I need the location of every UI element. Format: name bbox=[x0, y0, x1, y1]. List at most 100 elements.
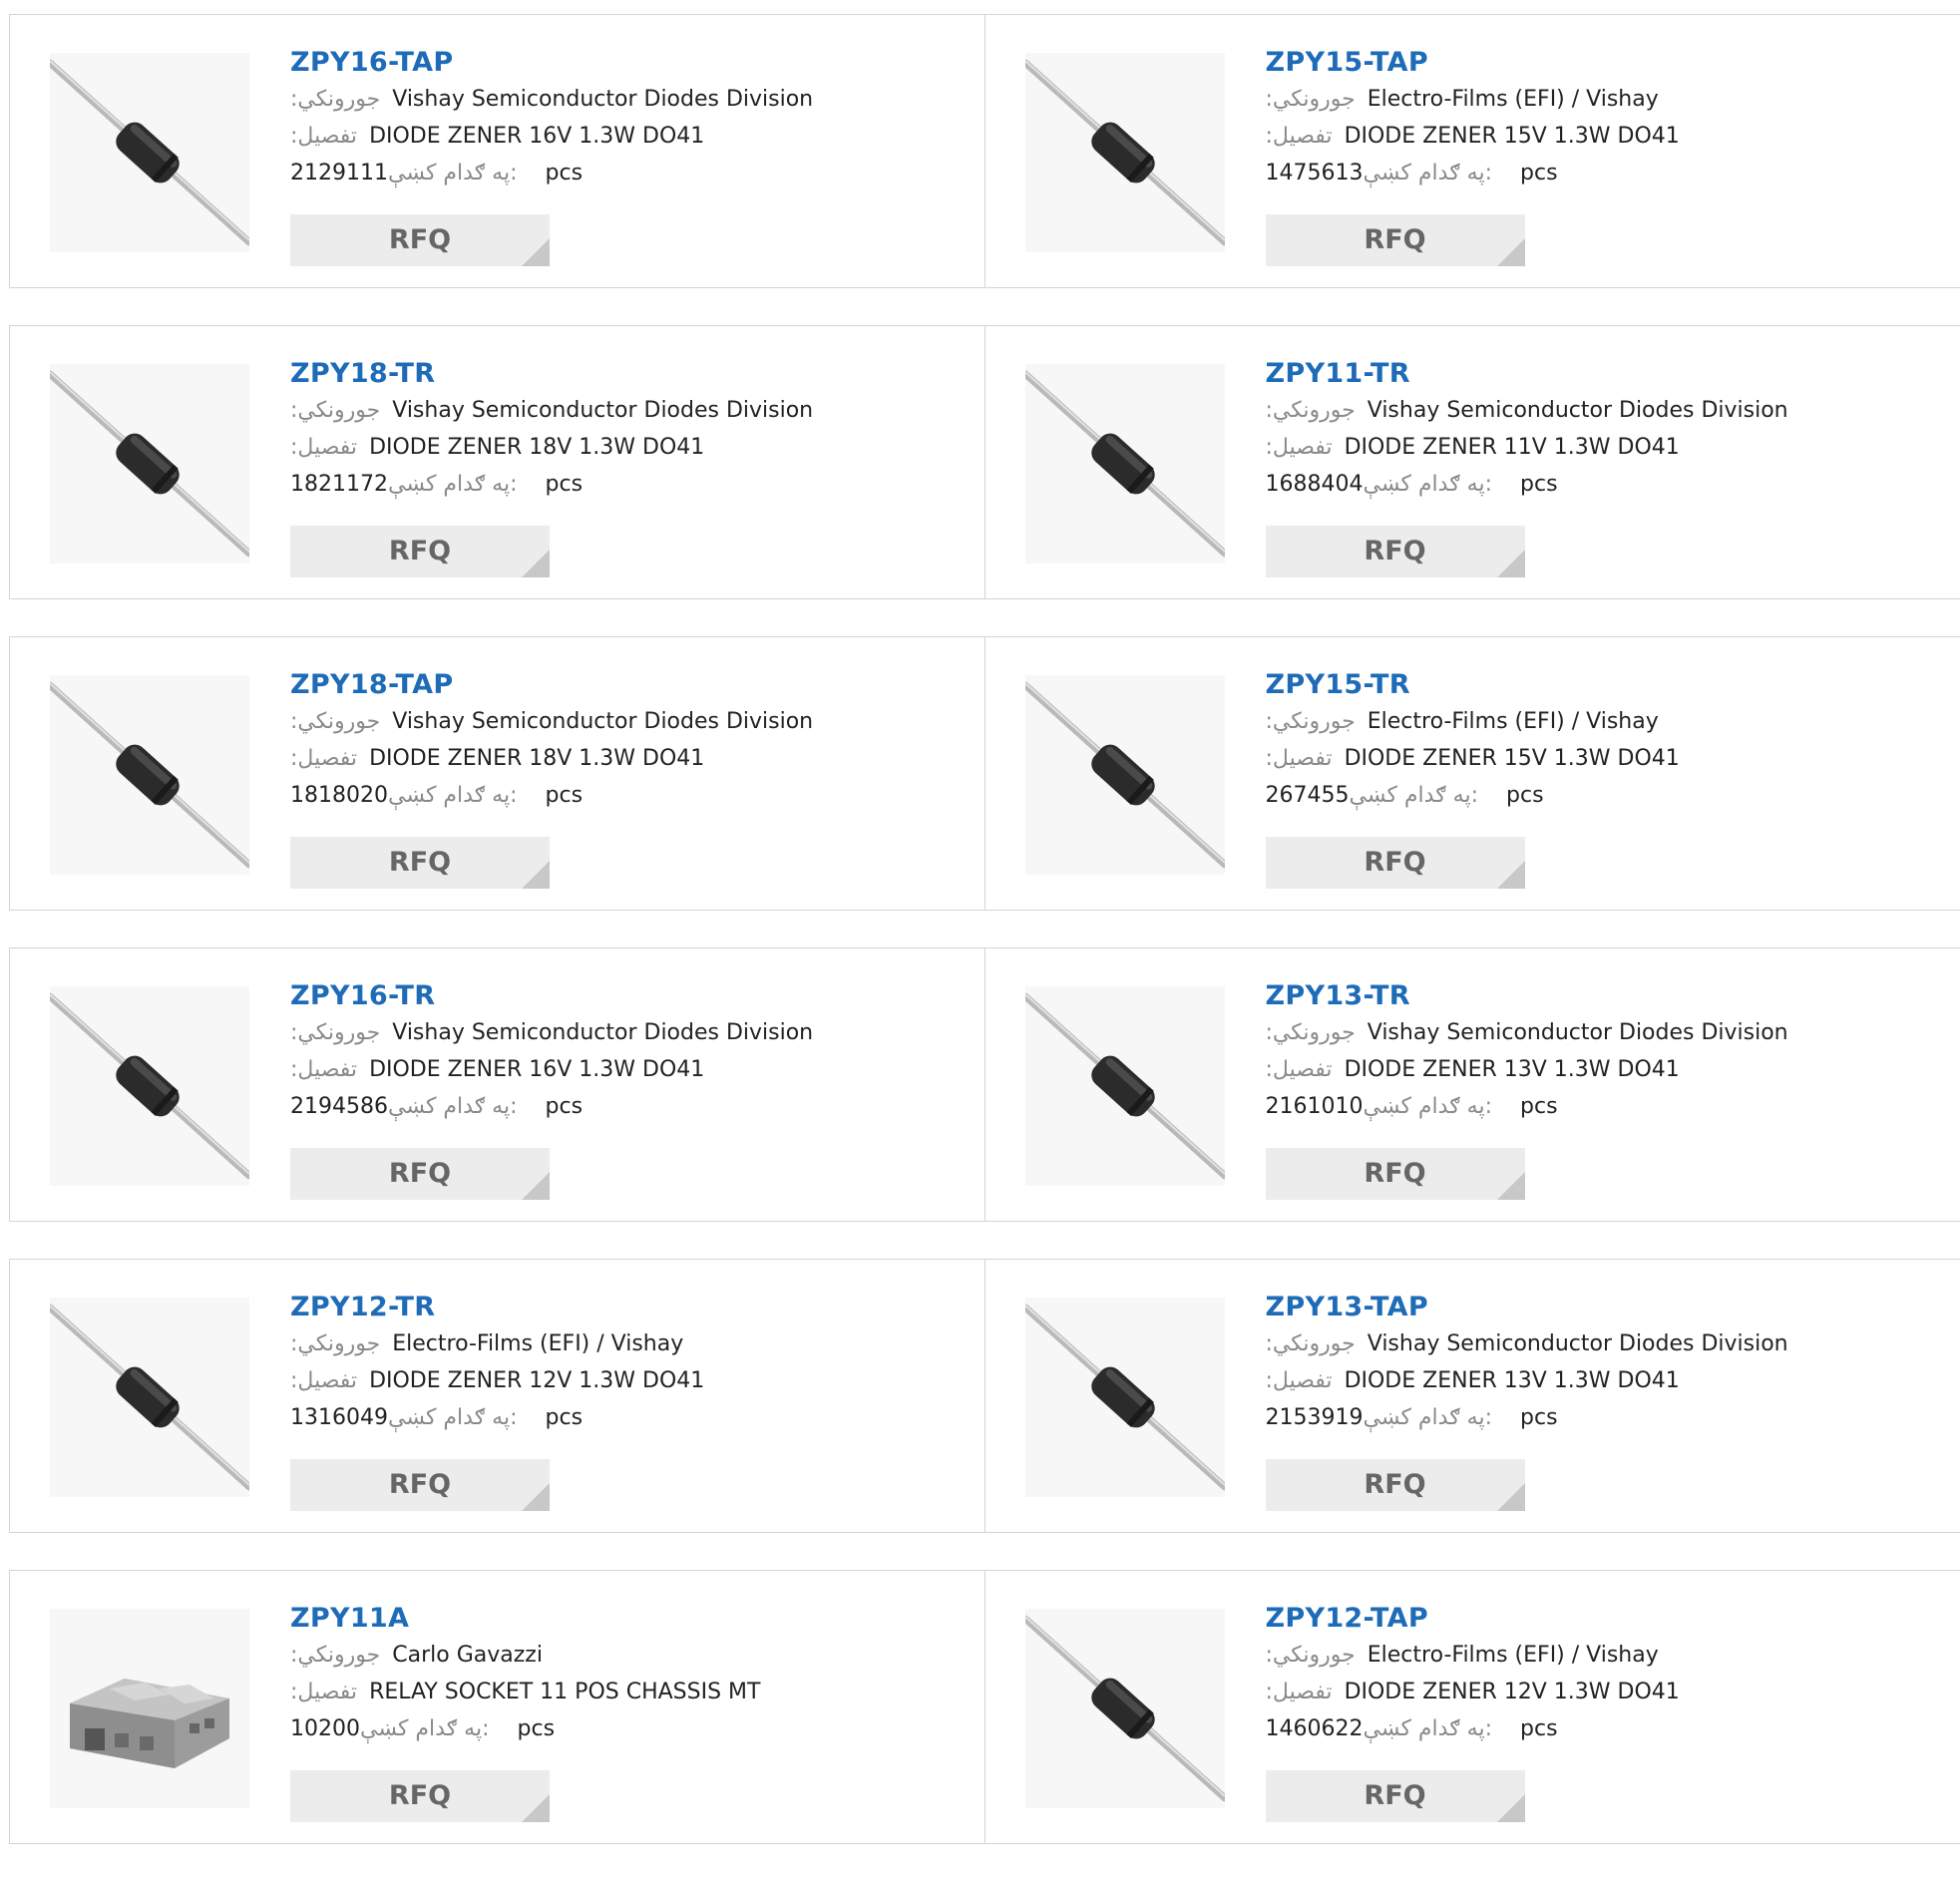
diode-icon bbox=[50, 364, 249, 564]
product-row: ZPY11A :جورونکيCarlo Gavazzi :تفصيلRELAY… bbox=[9, 1570, 1960, 1844]
product-image[interactable] bbox=[1025, 1298, 1225, 1497]
product-card: ZPY12-TR :جورونکيElectro-Films (EFI) / V… bbox=[10, 1260, 985, 1532]
product-info: ZPY15-TAP :جورونکيElectro-Films (EFI) / … bbox=[1266, 45, 1924, 191]
stock-unit: pcs bbox=[546, 1094, 584, 1119]
part-number-link[interactable]: ZPY15-TAP bbox=[1266, 45, 1924, 81]
product-image[interactable] bbox=[50, 364, 249, 564]
part-number-link[interactable]: ZPY13-TR bbox=[1266, 978, 1924, 1014]
description-label: :تفصيل bbox=[290, 746, 357, 771]
product-image[interactable] bbox=[50, 1609, 249, 1808]
rfq-button[interactable]: RFQ bbox=[290, 526, 550, 577]
rfq-button[interactable]: RFQ bbox=[1266, 837, 1525, 889]
diode-icon bbox=[1025, 364, 1225, 564]
product-card: ZPY13-TAP :جورونکيVishay Semiconductor D… bbox=[985, 1260, 1960, 1532]
product-info: ZPY16-TAP :جورونکيVishay Semiconductor D… bbox=[290, 45, 949, 191]
product-info: ZPY11-TR :جورونکيVishay Semiconductor Di… bbox=[1266, 356, 1924, 503]
product-card: ZPY15-TAP :جورونکيElectro-Films (EFI) / … bbox=[985, 15, 1960, 287]
rfq-label: RFQ bbox=[389, 536, 451, 566]
description-value: DIODE ZENER 15V 1.3W DO41 bbox=[1345, 746, 1680, 771]
rfq-button[interactable]: RFQ bbox=[290, 1770, 550, 1822]
product-card: ZPY13-TR :جورونکيVishay Semiconductor Di… bbox=[985, 948, 1960, 1221]
product-image[interactable] bbox=[50, 53, 249, 252]
product-image[interactable] bbox=[1025, 53, 1225, 252]
product-image[interactable] bbox=[50, 675, 249, 875]
product-card: ZPY16-TAP :جورونکيVishay Semiconductor D… bbox=[10, 15, 985, 287]
stock-label: په ګدام کښې: bbox=[1349, 783, 1478, 808]
manufacturer-line: :جورونکيVishay Semiconductor Diodes Divi… bbox=[290, 703, 949, 740]
description-label: :تفصيل bbox=[1266, 124, 1333, 149]
rfq-label: RFQ bbox=[1364, 1158, 1425, 1189]
rfq-button[interactable]: RFQ bbox=[290, 1459, 550, 1511]
part-number-link[interactable]: ZPY11-TR bbox=[1266, 356, 1924, 392]
corner-triangle-icon bbox=[522, 550, 550, 577]
rfq-button[interactable]: RFQ bbox=[1266, 1148, 1525, 1200]
product-card: ZPY16-TR :جورونکيVishay Semiconductor Di… bbox=[10, 948, 985, 1221]
rfq-button[interactable]: RFQ bbox=[290, 837, 550, 889]
manufacturer-label: :جورونکي bbox=[1266, 1643, 1356, 1668]
product-image[interactable] bbox=[1025, 364, 1225, 564]
description-line: :تفصيلDIODE ZENER 18V 1.3W DO41 bbox=[290, 429, 949, 466]
part-number-link[interactable]: ZPY15-TR bbox=[1266, 667, 1924, 703]
part-number-link[interactable]: ZPY13-TAP bbox=[1266, 1290, 1924, 1325]
relay-socket-icon bbox=[50, 1609, 249, 1808]
product-row: ZPY12-TR :جورونکيElectro-Films (EFI) / V… bbox=[9, 1259, 1960, 1533]
product-card: ZPY11A :جورونکيCarlo Gavazzi :تفصيلRELAY… bbox=[10, 1571, 985, 1843]
part-number-link[interactable]: ZPY12-TAP bbox=[1266, 1601, 1924, 1637]
stock-unit: pcs bbox=[1506, 783, 1544, 808]
stock-label: په ګدام کښې: bbox=[388, 472, 518, 497]
stock-unit: pcs bbox=[518, 1716, 556, 1741]
corner-triangle-icon bbox=[1497, 550, 1525, 577]
product-image[interactable] bbox=[1025, 675, 1225, 875]
product-image[interactable] bbox=[50, 986, 249, 1186]
rfq-label: RFQ bbox=[1364, 847, 1425, 878]
part-number-link[interactable]: ZPY12-TR bbox=[290, 1290, 949, 1325]
part-number-link[interactable]: ZPY18-TR bbox=[290, 356, 949, 392]
stock-line: 2153919په ګدام کښې:pcs bbox=[1266, 1399, 1924, 1436]
stock-value: 2153919 bbox=[1266, 1405, 1364, 1430]
product-row: ZPY16-TAP :جورونکيVishay Semiconductor D… bbox=[9, 14, 1960, 288]
corner-triangle-icon bbox=[1497, 861, 1525, 889]
description-label: :تفصيل bbox=[1266, 746, 1333, 771]
description-label: :تفصيل bbox=[1266, 435, 1333, 460]
diode-icon bbox=[50, 53, 249, 252]
corner-triangle-icon bbox=[1497, 1483, 1525, 1511]
rfq-button[interactable]: RFQ bbox=[1266, 214, 1525, 266]
rfq-button[interactable]: RFQ bbox=[290, 1148, 550, 1200]
manufacturer-line: :جورونکيVishay Semiconductor Diodes Divi… bbox=[1266, 1325, 1924, 1362]
product-row: ZPY16-TR :جورونکيVishay Semiconductor Di… bbox=[9, 947, 1960, 1222]
rfq-button[interactable]: RFQ bbox=[1266, 526, 1525, 577]
rfq-button[interactable]: RFQ bbox=[1266, 1459, 1525, 1511]
corner-triangle-icon bbox=[1497, 1794, 1525, 1822]
manufacturer-line: :جورونکيElectro-Films (EFI) / Vishay bbox=[1266, 81, 1924, 118]
stock-line: 2129111په ګدام کښې:pcs bbox=[290, 155, 949, 191]
manufacturer-label: :جورونکي bbox=[1266, 398, 1356, 423]
description-label: :تفصيل bbox=[1266, 1368, 1333, 1393]
product-card: ZPY18-TAP :جورونکيVishay Semiconductor D… bbox=[10, 637, 985, 910]
description-value: DIODE ZENER 13V 1.3W DO41 bbox=[1345, 1368, 1680, 1393]
diode-icon bbox=[50, 675, 249, 875]
stock-value: 1475613 bbox=[1266, 161, 1364, 186]
diode-icon bbox=[1025, 1298, 1225, 1497]
product-image[interactable] bbox=[50, 1298, 249, 1497]
part-number-link[interactable]: ZPY18-TAP bbox=[290, 667, 949, 703]
product-info: ZPY16-TR :جورونکيVishay Semiconductor Di… bbox=[290, 978, 949, 1125]
stock-label: په ګدام کښې: bbox=[1363, 1716, 1492, 1741]
manufacturer-value: Vishay Semiconductor Diodes Division bbox=[392, 709, 813, 734]
manufacturer-line: :جورونکيVishay Semiconductor Diodes Divi… bbox=[290, 392, 949, 429]
part-number-link[interactable]: ZPY11A bbox=[290, 1601, 949, 1637]
stock-line: 2194586په ګدام کښې:pcs bbox=[290, 1088, 949, 1125]
rfq-button[interactable]: RFQ bbox=[1266, 1770, 1525, 1822]
stock-value: 1460622 bbox=[1266, 1716, 1364, 1741]
product-info: ZPY12-TR :جورونکيElectro-Films (EFI) / V… bbox=[290, 1290, 949, 1436]
description-value: DIODE ZENER 18V 1.3W DO41 bbox=[369, 746, 704, 771]
manufacturer-line: :جورونکيElectro-Films (EFI) / Vishay bbox=[290, 1325, 949, 1362]
part-number-link[interactable]: ZPY16-TAP bbox=[290, 45, 949, 81]
rfq-button[interactable]: RFQ bbox=[290, 214, 550, 266]
product-image[interactable] bbox=[1025, 986, 1225, 1186]
stock-line: 1821172په ګدام کښې:pcs bbox=[290, 466, 949, 503]
rfq-label: RFQ bbox=[389, 1780, 451, 1811]
part-number-link[interactable]: ZPY16-TR bbox=[290, 978, 949, 1014]
description-label: :تفصيل bbox=[290, 1680, 357, 1704]
product-image[interactable] bbox=[1025, 1609, 1225, 1808]
product-info: ZPY18-TR :جورونکيVishay Semiconductor Di… bbox=[290, 356, 949, 503]
